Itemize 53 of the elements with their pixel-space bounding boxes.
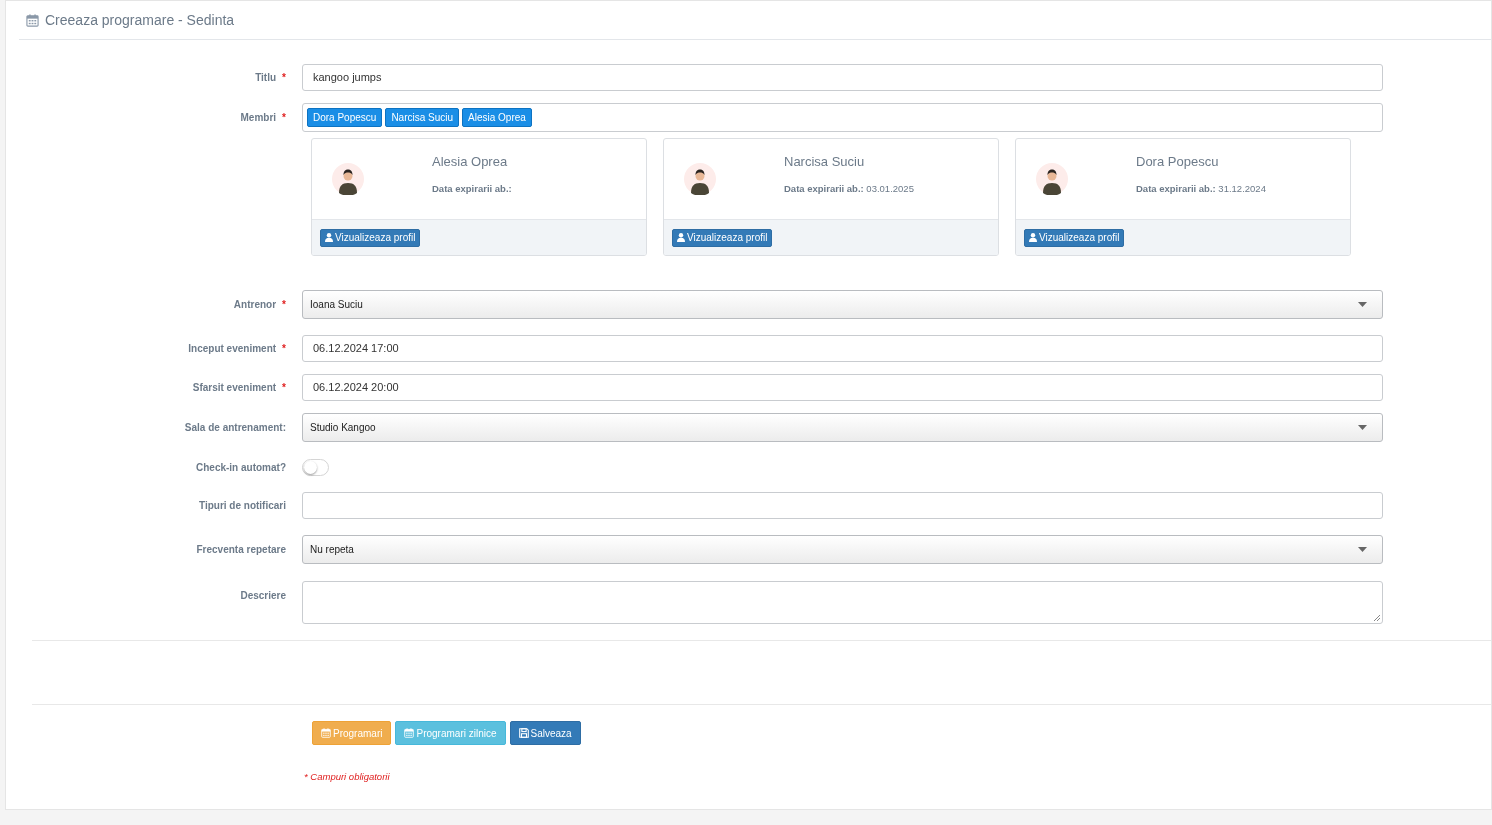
field-label: Sfarsit eveniment xyxy=(192,381,277,395)
field-label: Tipuri de notificari xyxy=(198,499,286,513)
field-label: Frecventa repetare xyxy=(196,543,286,557)
member-name: Dora Popescu xyxy=(1136,153,1220,172)
field-label: Descriere xyxy=(240,589,286,603)
view-profile-button[interactable]: Vizualizeaza profil xyxy=(1024,228,1125,247)
members-field[interactable]: Dora Popescu Narcisa Suciu Alesia Oprea xyxy=(302,103,1383,132)
member-tag[interactable]: Dora Popescu xyxy=(307,108,383,127)
text-field[interactable]: 06.12.2024 20:00 xyxy=(302,374,1383,401)
avatar-silhouette xyxy=(332,163,364,195)
action-button[interactable]: Salveaza xyxy=(509,721,581,745)
view-profile-button[interactable]: Vizualizeaza profil xyxy=(320,228,421,247)
view-profile-button[interactable]: Vizualizeaza profil xyxy=(672,228,773,247)
select-field[interactable]: Nu repeta xyxy=(302,535,1383,564)
required-mark: * xyxy=(282,342,286,356)
member-tag[interactable]: Alesia Oprea xyxy=(462,108,532,127)
toggle-switch[interactable] xyxy=(302,459,329,476)
required-mark: * xyxy=(282,298,286,312)
member-tag[interactable]: Narcisa Suciu xyxy=(385,108,460,127)
description-textarea[interactable] xyxy=(302,581,1383,624)
resize-grip-icon[interactable] xyxy=(1373,614,1380,621)
member-name: Narcisa Suciu xyxy=(784,153,866,172)
member-name: Alesia Oprea xyxy=(432,153,509,172)
text-field[interactable]: 06.12.2024 17:00 xyxy=(302,335,1383,362)
user-icon xyxy=(1029,233,1037,242)
field-label: Titlu xyxy=(255,71,277,85)
field-label: Antrenor xyxy=(233,298,277,312)
calendar-icon xyxy=(26,13,39,27)
text-field[interactable] xyxy=(302,492,1383,519)
dropdown-caret-icon xyxy=(1358,425,1367,430)
select-field[interactable]: Ioana Suciu xyxy=(302,290,1383,319)
membership-expiry: Data expirarii ab.: 31.12.2024 xyxy=(1136,181,1266,196)
page-title: Creeaza programare - Sedinta xyxy=(45,10,235,30)
required-mark: * xyxy=(282,381,286,395)
required-mark: * xyxy=(282,71,286,85)
field-label: Check-in automat? xyxy=(196,461,286,475)
select-field[interactable]: Studio Kangoo xyxy=(302,413,1383,442)
user-icon xyxy=(677,233,685,242)
user-icon xyxy=(325,233,333,242)
calendar-icon xyxy=(404,728,415,738)
required-mark: * xyxy=(282,111,286,125)
required-fields-note: * Campuri obligatorii xyxy=(304,771,390,782)
membership-expiry: Data expirarii ab.: xyxy=(432,181,512,196)
text-field[interactable]: kangoo jumps xyxy=(302,64,1383,91)
field-label: Inceput eveniment xyxy=(188,342,277,356)
avatar-silhouette xyxy=(684,163,716,195)
calendar-icon xyxy=(321,728,331,738)
field-label: Membri xyxy=(240,111,277,125)
membership-expiry: Data expirarii ab.: 03.01.2025 xyxy=(784,181,914,196)
dropdown-caret-icon xyxy=(1358,302,1367,307)
field-label: Sala de antrenament: xyxy=(184,421,286,435)
avatar-silhouette xyxy=(1036,163,1068,195)
dropdown-caret-icon xyxy=(1358,547,1367,552)
